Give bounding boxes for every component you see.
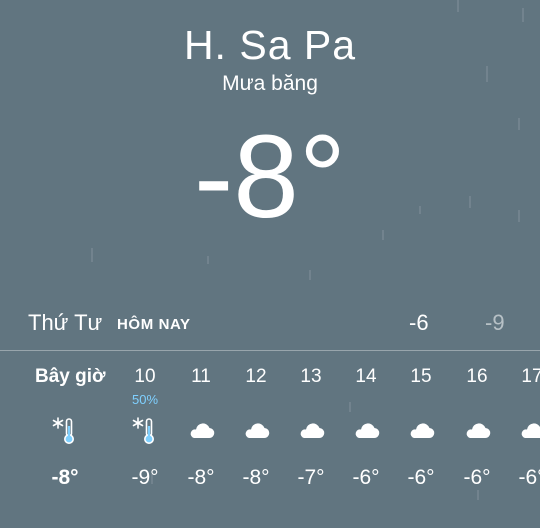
cloud-icon (336, 414, 396, 446)
day-name: Thứ Tư (28, 310, 103, 335)
hour-column: 15 -6° (391, 352, 451, 528)
weather-condition: Mưa băng (222, 72, 318, 95)
hour-time: 12 (245, 366, 267, 387)
freezing-rain-icon (115, 414, 175, 446)
hour-column: 11 -8° (171, 352, 231, 528)
freezing-rain-icon (35, 414, 95, 446)
hour-temperature: -7° (297, 466, 325, 489)
hour-column: 13 -7° (281, 352, 341, 528)
hour-temperature: -8° (51, 466, 79, 489)
hour-time: 17 (521, 366, 540, 387)
current-temperature: -8° (193, 111, 347, 243)
hour-temperature: -8° (242, 466, 270, 489)
hour-temperature: -6° (407, 466, 435, 489)
cloud-icon (391, 414, 451, 446)
cloud-icon (502, 414, 540, 446)
cloud-icon (281, 414, 341, 446)
hour-temperature: -6° (518, 466, 540, 489)
hour-time: Bây giờ (35, 366, 106, 387)
hour-time: 16 (466, 366, 488, 387)
hour-time: 11 (191, 366, 211, 387)
cloud-icon (447, 414, 507, 446)
low-temperature: -9 (485, 310, 505, 335)
hour-temperature: -9° (131, 466, 159, 489)
hour-column: 16 -6° (447, 352, 507, 528)
hour-column: Bây giờ -8° (35, 352, 106, 528)
hour-time: 13 (300, 366, 322, 387)
hour-time: 14 (355, 366, 377, 387)
day-summary-row: Thứ Tư HÔM NAY -6 -9 (0, 302, 540, 342)
hour-column: 10 50% -9° (115, 352, 175, 528)
hour-temperature: -8° (187, 466, 215, 489)
precip-chance: 50% (131, 392, 159, 407)
today-label: HÔM NAY (117, 316, 191, 333)
high-temperature: -6 (409, 310, 429, 335)
city-name: H. Sa Pa (183, 22, 357, 68)
cloud-icon (226, 414, 286, 446)
hour-column: 17 -6° (502, 352, 540, 528)
hour-time: 15 (410, 366, 432, 387)
hour-temperature: -6° (352, 466, 380, 489)
hour-time: 10 (134, 366, 156, 387)
cloud-icon (171, 414, 231, 446)
hour-temperature: -6° (463, 466, 491, 489)
divider (0, 350, 540, 351)
hour-column: 14 -6° (336, 352, 396, 528)
hourly-forecast-strip[interactable]: Bây giờ -8° 10 50% -9° 11 -8° 12 -8° 13 -7° 14 -6° 15… (0, 352, 540, 528)
hour-column: 12 -8° (226, 352, 286, 528)
